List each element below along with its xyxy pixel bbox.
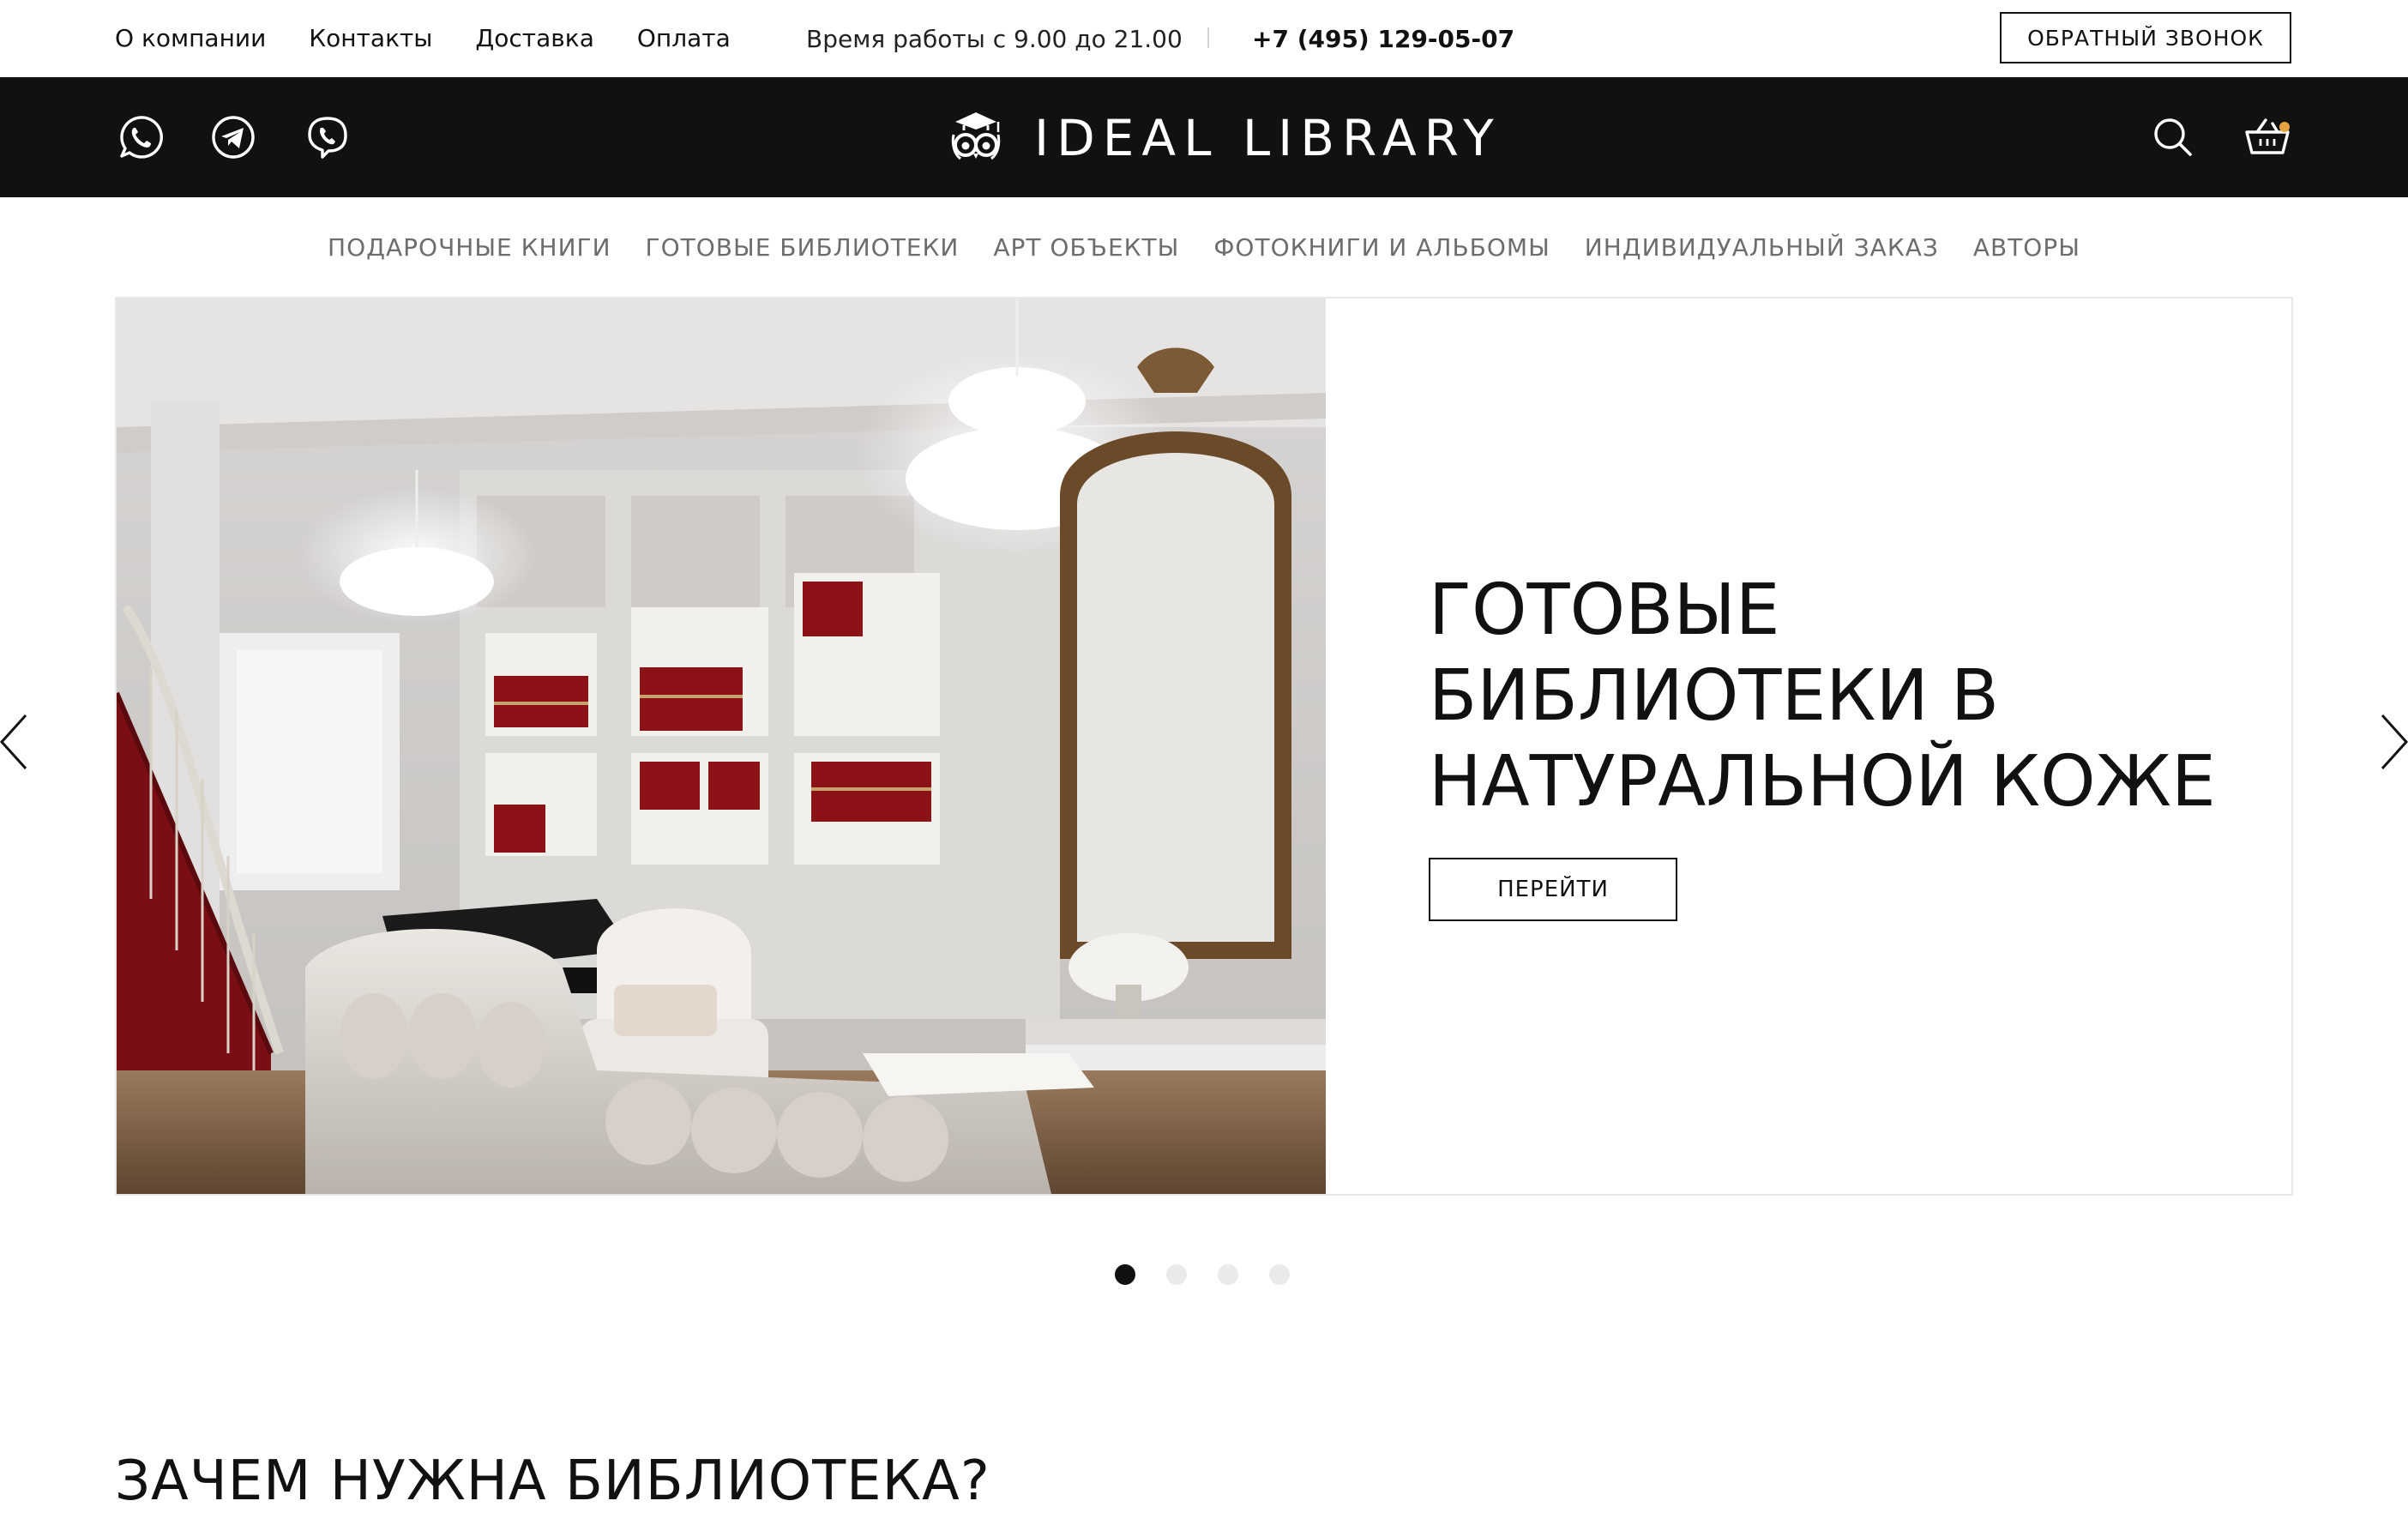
section-title: ЗАЧЕМ НУЖНА БИБЛИОТЕКА? <box>115 1450 990 1513</box>
category-custom-order[interactable]: ИНДИВИДУАЛЬНЫЙ ЗАКАЗ <box>1585 233 1939 262</box>
phone-link[interactable]: +7 (495) 129-05-07 <box>1252 25 1514 53</box>
top-nav: О компании Контакты Доставка Оплата <box>115 24 731 52</box>
hero-interior-image <box>117 298 1326 1194</box>
cart-icon[interactable] <box>2242 112 2293 163</box>
category-ready-libraries[interactable]: ГОТОВЫЕ БИБЛИОТЕКИ <box>646 233 960 262</box>
top-nav-payment[interactable]: Оплата <box>637 24 731 52</box>
top-nav-about[interactable]: О компании <box>115 24 266 52</box>
cart-badge <box>2279 122 2290 132</box>
whatsapp-icon[interactable] <box>115 112 166 163</box>
category-art-objects[interactable]: АРТ ОБЪЕКТЫ <box>993 233 1179 262</box>
category-authors[interactable]: АВТОРЫ <box>1973 233 2080 262</box>
hero-cta-button[interactable]: ПЕРЕЙТИ <box>1429 858 1677 921</box>
main-header: IDEAL LIBRARY <box>0 77 2408 197</box>
hero-title-line-3: НАТУРАЛЬНОЙ КОЖЕ <box>1429 741 2216 823</box>
hero-title-line-1: ГОТОВЫЕ <box>1429 570 1780 651</box>
slider-prev-arrow[interactable] <box>0 712 34 772</box>
category-nav: ПОДАРОЧНЫЕ КНИГИ ГОТОВЫЕ БИБЛИОТЕКИ АРТ … <box>0 197 2408 297</box>
viber-icon[interactable] <box>302 112 353 163</box>
owl-logo-icon <box>951 112 1001 160</box>
top-nav-contacts[interactable]: Контакты <box>309 24 432 52</box>
slider-dot-4[interactable] <box>1269 1264 1290 1285</box>
callback-button[interactable]: ОБРАТНЫЙ ЗВОНОК <box>2000 12 2291 63</box>
hero-title: ГОТОВЫЕ БИБЛИОТЕКИ В НАТУРАЛЬНОЙ КОЖЕ <box>1429 568 2243 825</box>
slider-dot-2[interactable] <box>1166 1264 1187 1285</box>
top-utility-bar: О компании Контакты Доставка Оплата Врем… <box>0 0 2408 77</box>
category-gift-books[interactable]: ПОДАРОЧНЫЕ КНИГИ <box>328 233 611 262</box>
hero-slide: ГОТОВЫЕ БИБЛИОТЕКИ В НАТУРАЛЬНОЙ КОЖЕ ПЕ… <box>115 297 2293 1196</box>
site-logo[interactable]: IDEAL LIBRARY <box>947 108 1502 168</box>
slider-dot-1[interactable] <box>1115 1264 1135 1285</box>
slider-dot-3[interactable] <box>1218 1264 1238 1285</box>
slider-next-arrow[interactable] <box>2374 712 2408 772</box>
top-nav-delivery[interactable]: Доставка <box>475 24 593 52</box>
working-hours: Время работы с 9.00 до 21.00 <box>806 25 1183 53</box>
search-icon[interactable] <box>2147 112 2199 163</box>
telegram-icon[interactable] <box>208 112 259 163</box>
category-photobooks[interactable]: ФОТОКНИГИ И АЛЬБОМЫ <box>1213 233 1550 262</box>
divider <box>1207 27 1209 48</box>
hero-title-line-2: БИБЛИОТЕКИ В <box>1429 655 2000 737</box>
logo-text: IDEAL LIBRARY <box>1034 109 1502 167</box>
slider-pagination <box>1115 1264 1290 1285</box>
